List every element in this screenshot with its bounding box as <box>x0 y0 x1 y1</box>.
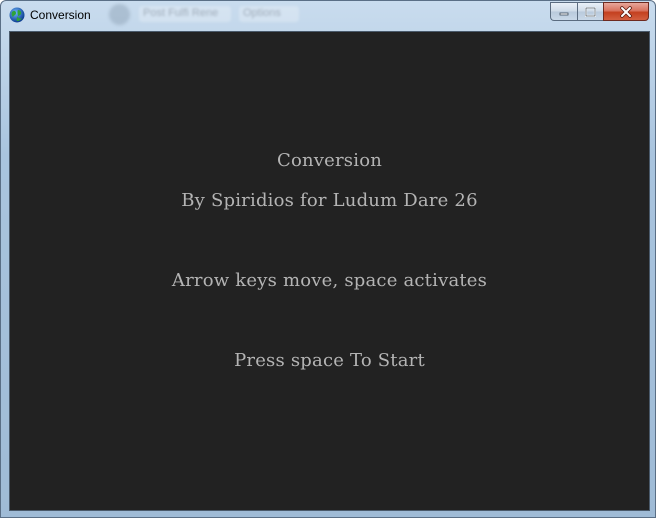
background-taskbar-item: Options <box>239 6 299 22</box>
minimize-icon <box>559 12 569 15</box>
game-credit: By Spiridios for Ludum Dare 26 <box>181 190 478 211</box>
close-icon <box>620 5 632 18</box>
maximize-icon <box>585 6 596 17</box>
globe-icon <box>9 7 25 23</box>
game-canvas[interactable]: Conversion By Spiridios for Ludum Dare 2… <box>9 31 650 511</box>
game-title: Conversion <box>276 150 383 171</box>
title-bar[interactable]: Conversion Post Fulfi Rene Options <box>1 1 655 30</box>
maximize-button[interactable] <box>577 2 603 21</box>
close-button[interactable] <box>603 2 649 21</box>
caption-buttons <box>550 2 649 21</box>
background-window-icon <box>109 4 130 25</box>
app-window: Conversion Post Fulfi Rene Options Conve… <box>0 0 656 518</box>
window-title: Conversion <box>30 8 91 22</box>
game-instructions: Arrow keys move, space activates <box>171 270 488 291</box>
start-prompt: Press space To Start <box>234 350 425 371</box>
minimize-button[interactable] <box>550 2 577 21</box>
background-taskbar-item: Post Fulfi Rene <box>139 6 231 22</box>
